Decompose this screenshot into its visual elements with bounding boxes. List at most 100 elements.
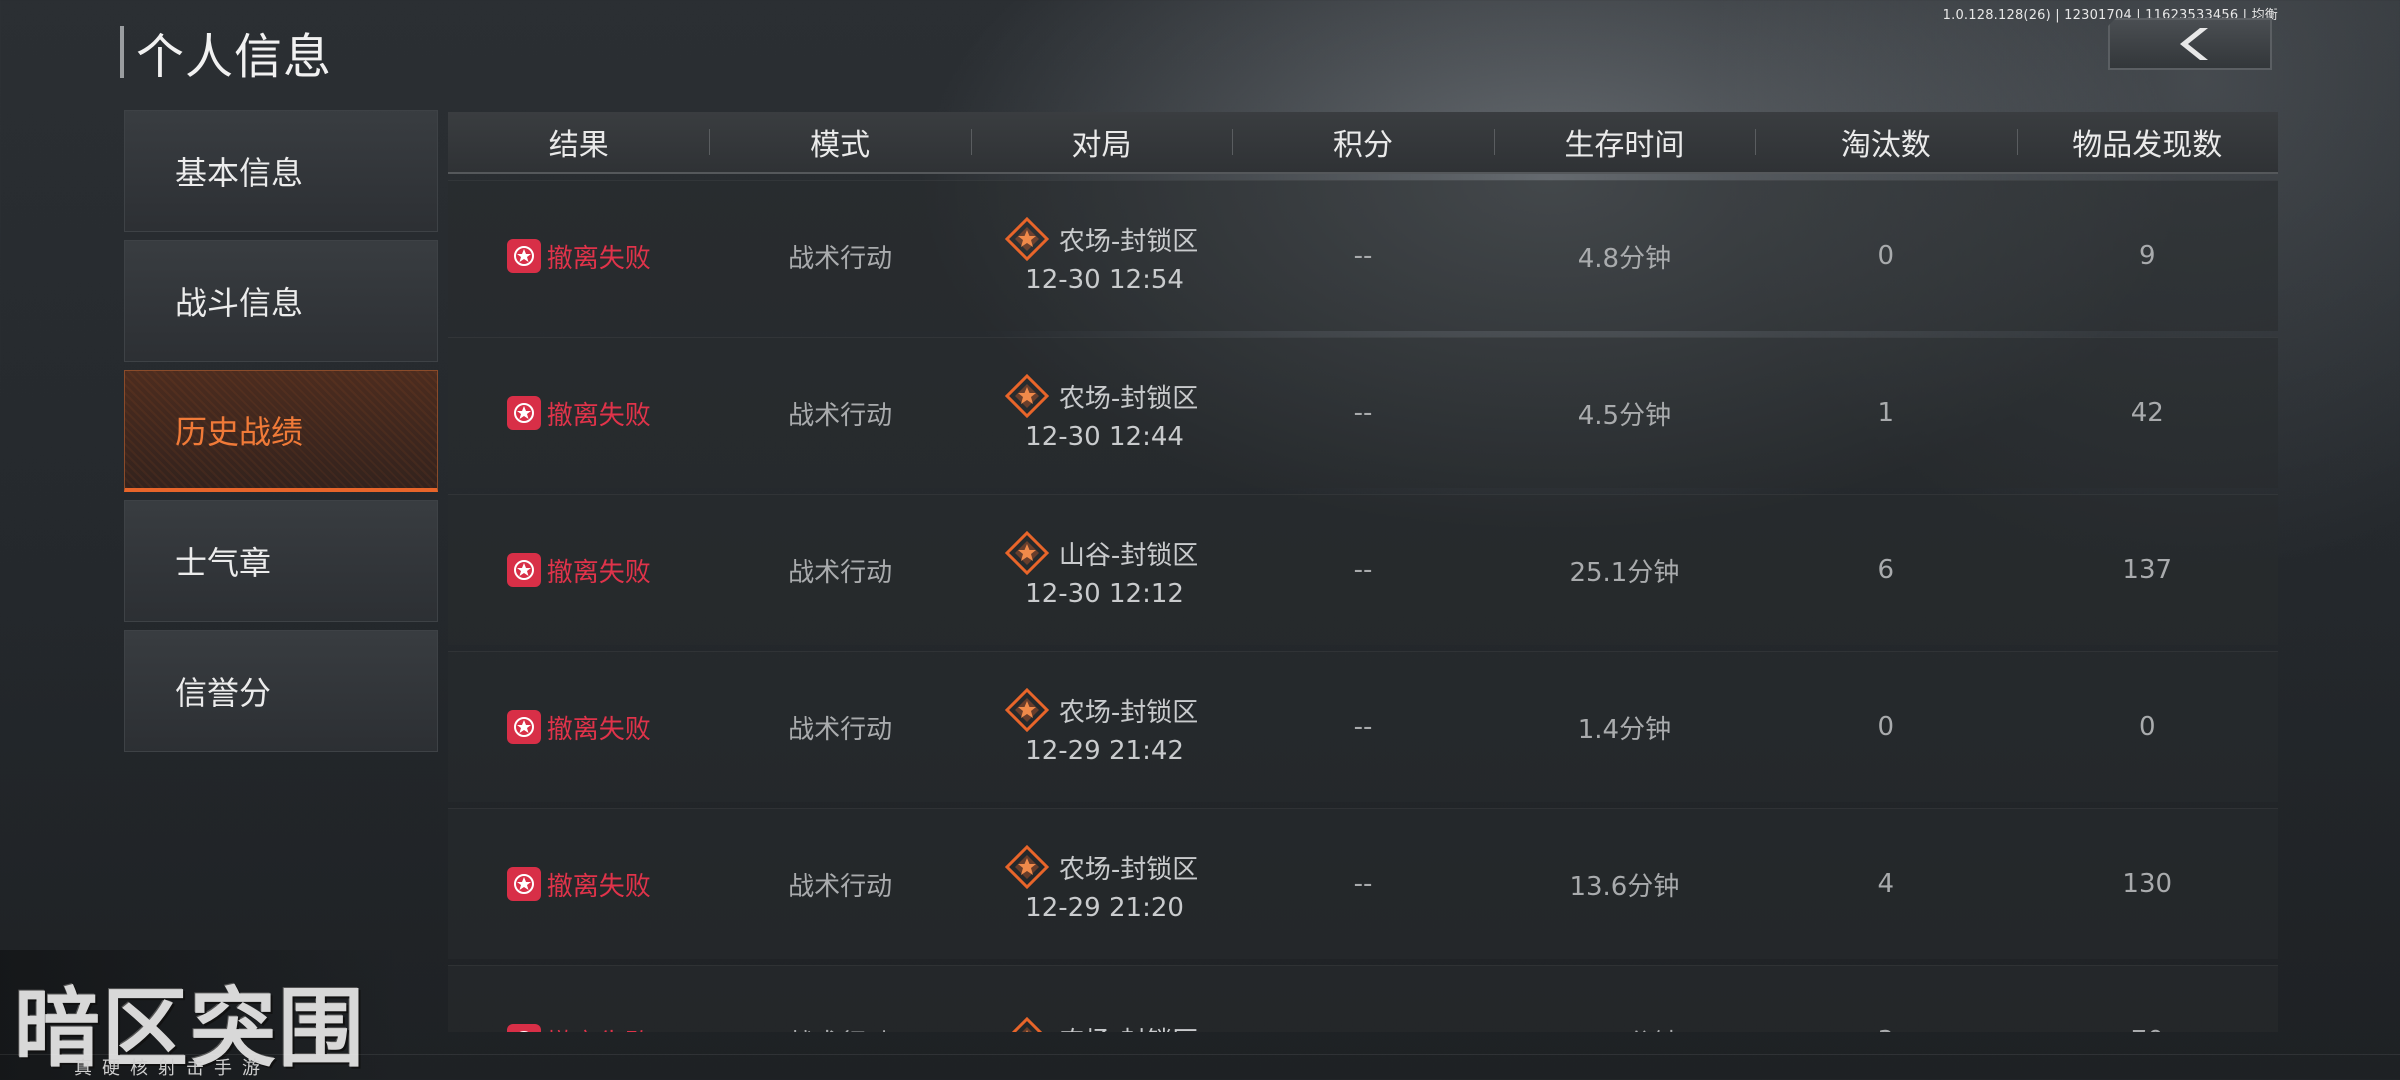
eliminations-cell: 0 bbox=[1877, 712, 1895, 742]
match-cell: 农场-封锁区 bbox=[971, 1017, 1232, 1032]
extraction-failed-icon bbox=[506, 867, 541, 901]
sidebar-item-label: 信誉分 bbox=[175, 674, 272, 712]
survival-time-cell: 4.8分钟 bbox=[1577, 243, 1672, 274]
match-map-name: 农场-封锁区 bbox=[1058, 226, 1199, 257]
table-row[interactable]: 撤离失败 战术行动 农场-封锁区 12-29 21:42 -- 1.4分钟 0 … bbox=[448, 651, 2278, 802]
map-emblem-icon bbox=[1004, 688, 1049, 732]
result-text: 撤离失败 bbox=[546, 243, 651, 274]
mode-cell: 战术行动 bbox=[788, 243, 893, 274]
map-emblem-icon bbox=[1011, 1017, 1042, 1032]
mode-cell: 战术行动 bbox=[788, 714, 893, 745]
map-emblem-icon bbox=[1004, 845, 1049, 889]
result-cell: 撤离失败 bbox=[448, 395, 709, 432]
mode-cell: 战术行动 bbox=[788, 400, 893, 431]
result-text: 撤离失败 bbox=[546, 714, 651, 745]
sidebar-item-label: 士气章 bbox=[175, 544, 272, 582]
result-cell: 撤离失败 bbox=[448, 552, 709, 589]
match-time: 12-30 12:12 bbox=[1025, 579, 1184, 609]
header-mode: 模式 bbox=[709, 120, 970, 164]
items-found-cell: 0 bbox=[2138, 712, 2156, 742]
extraction-failed-icon bbox=[506, 239, 541, 273]
map-emblem-icon bbox=[1004, 374, 1049, 418]
extraction-failed-icon bbox=[506, 1024, 541, 1032]
score-cell: -- bbox=[1353, 241, 1373, 271]
table-row[interactable]: 撤离失败 战术行动 农场-封锁区 12-29 21:20 -- 13.6分钟 4… bbox=[448, 808, 2278, 959]
table-row[interactable]: 撤离失败 战术行动 山谷-封锁区 12-30 12:12 -- 25.1分钟 6… bbox=[448, 494, 2278, 645]
survival-time-cell: 25.1分钟 bbox=[1569, 557, 1680, 588]
survival-time-cell: 13.6分钟 bbox=[1569, 871, 1680, 902]
eliminations-cell: 4 bbox=[1877, 869, 1895, 899]
match-cell: 农场-封锁区 12-29 21:42 bbox=[971, 688, 1232, 766]
items-found-cell: 137 bbox=[2122, 555, 2173, 585]
page-header: 个人信息 bbox=[120, 24, 332, 85]
map-emblem-icon bbox=[1004, 531, 1049, 575]
sidebar-nav: 基本信息 战斗信息 历史战绩 士气章 信誉分 bbox=[124, 110, 438, 760]
table-row[interactable]: 撤离失败 战术行动 农场-封锁区 12-30 12:54 -- 4.8分钟 0 … bbox=[448, 180, 2278, 331]
score-cell: -- bbox=[1353, 398, 1373, 428]
sidebar-item-morale-badge[interactable]: 士气章 bbox=[124, 500, 438, 622]
result-text: 撤离失败 bbox=[546, 871, 651, 902]
match-cell: 山谷-封锁区 12-30 12:12 bbox=[971, 531, 1232, 609]
match-map-name: 农场-封锁区 bbox=[1058, 854, 1199, 885]
sidebar-item-combat-info[interactable]: 战斗信息 bbox=[124, 240, 438, 362]
score-cell: -- bbox=[1353, 712, 1373, 742]
mode-cell: 战术行动 bbox=[709, 1023, 970, 1033]
match-map-name: 农场-封锁区 bbox=[1058, 383, 1199, 414]
result-cell: 撤离失败 bbox=[448, 238, 709, 275]
header-eliminations: 淘汰数 bbox=[1755, 120, 2016, 164]
result-text: 撤离失败 bbox=[546, 557, 651, 588]
match-time: 12-30 12:44 bbox=[1025, 422, 1184, 452]
match-map-name: 山谷-封锁区 bbox=[1058, 540, 1199, 571]
result-text: 撤离失败 bbox=[547, 1023, 651, 1033]
result-text: 撤离失败 bbox=[546, 400, 651, 431]
table-row[interactable]: 撤离失败 战术行动 农场-封锁区 12-30 12:44 -- 4.5分钟 1 … bbox=[448, 337, 2278, 488]
match-history-table[interactable]: 结果 模式 对局 积分 生存时间 淘汰数 物品发现数 撤离失败 战术行动 农场-… bbox=[448, 112, 2278, 1032]
game-logo: 暗区突围 真硬核射击手游 bbox=[0, 950, 400, 1080]
sidebar-item-basic-info[interactable]: 基本信息 bbox=[124, 110, 438, 232]
bottom-divider bbox=[0, 1054, 2400, 1055]
header-score: 积分 bbox=[1232, 120, 1493, 164]
extraction-failed-icon bbox=[506, 710, 541, 744]
eliminations-cell: 1 bbox=[1877, 398, 1895, 428]
sidebar-item-label: 战斗信息 bbox=[175, 284, 304, 322]
eliminations-cell: 3 bbox=[1755, 1026, 2016, 1032]
table-header: 结果 模式 对局 积分 生存时间 淘汰数 物品发现数 bbox=[448, 112, 2278, 174]
survival-time-cell: 4.5分钟 bbox=[1577, 400, 1672, 431]
result-cell: 撤离失败 bbox=[448, 866, 709, 903]
result-cell: 撤离失败 bbox=[448, 1023, 709, 1033]
eliminations-cell: 0 bbox=[1877, 241, 1895, 271]
match-map-name: 农场-封锁区 bbox=[1058, 697, 1199, 728]
match-time: 12-29 21:42 bbox=[1025, 736, 1184, 766]
sidebar-item-label: 历史战绩 bbox=[175, 412, 304, 451]
sidebar-item-match-history[interactable]: 历史战绩 bbox=[124, 370, 438, 492]
survival-time-cell: 10.8分钟 bbox=[1494, 1023, 1755, 1033]
items-found-cell: 42 bbox=[2130, 398, 2164, 428]
match-cell: 农场-封锁区 12-29 21:20 bbox=[971, 845, 1232, 923]
match-cell: 农场-封锁区 12-30 12:54 bbox=[971, 217, 1232, 295]
header-items-found: 物品发现数 bbox=[2017, 120, 2278, 164]
back-button[interactable] bbox=[2108, 18, 2272, 70]
match-cell: 农场-封锁区 12-30 12:44 bbox=[971, 374, 1232, 452]
survival-time-cell: 1.4分钟 bbox=[1577, 714, 1672, 745]
items-found-cell: 130 bbox=[2122, 869, 2173, 899]
logo-subtitle: 真硬核射击手游 bbox=[74, 1058, 270, 1079]
chevron-left-icon bbox=[2180, 28, 2208, 60]
page-title: 个人信息 bbox=[136, 29, 333, 85]
map-emblem-icon bbox=[1004, 217, 1049, 261]
score-cell: -- bbox=[1232, 1026, 1493, 1032]
items-found-cell: 9 bbox=[2138, 241, 2156, 271]
extraction-failed-icon bbox=[506, 396, 541, 430]
sidebar-item-credit-score[interactable]: 信誉分 bbox=[124, 630, 438, 752]
sidebar-item-label: 基本信息 bbox=[175, 154, 304, 192]
title-accent-bar bbox=[120, 26, 124, 78]
extraction-failed-icon bbox=[506, 553, 541, 587]
eliminations-cell: 6 bbox=[1877, 555, 1895, 585]
score-cell: -- bbox=[1353, 869, 1373, 899]
items-found-cell: 70 bbox=[2017, 1026, 2278, 1032]
mode-cell: 战术行动 bbox=[788, 871, 893, 902]
table-row[interactable]: 撤离失败 战术行动 农场-封锁区 -- 10.8分钟 3 70 bbox=[448, 965, 2278, 1032]
result-cell: 撤离失败 bbox=[448, 709, 709, 746]
score-cell: -- bbox=[1353, 555, 1373, 585]
header-result: 结果 bbox=[548, 128, 609, 163]
header-survival-time: 生存时间 bbox=[1494, 120, 1755, 164]
